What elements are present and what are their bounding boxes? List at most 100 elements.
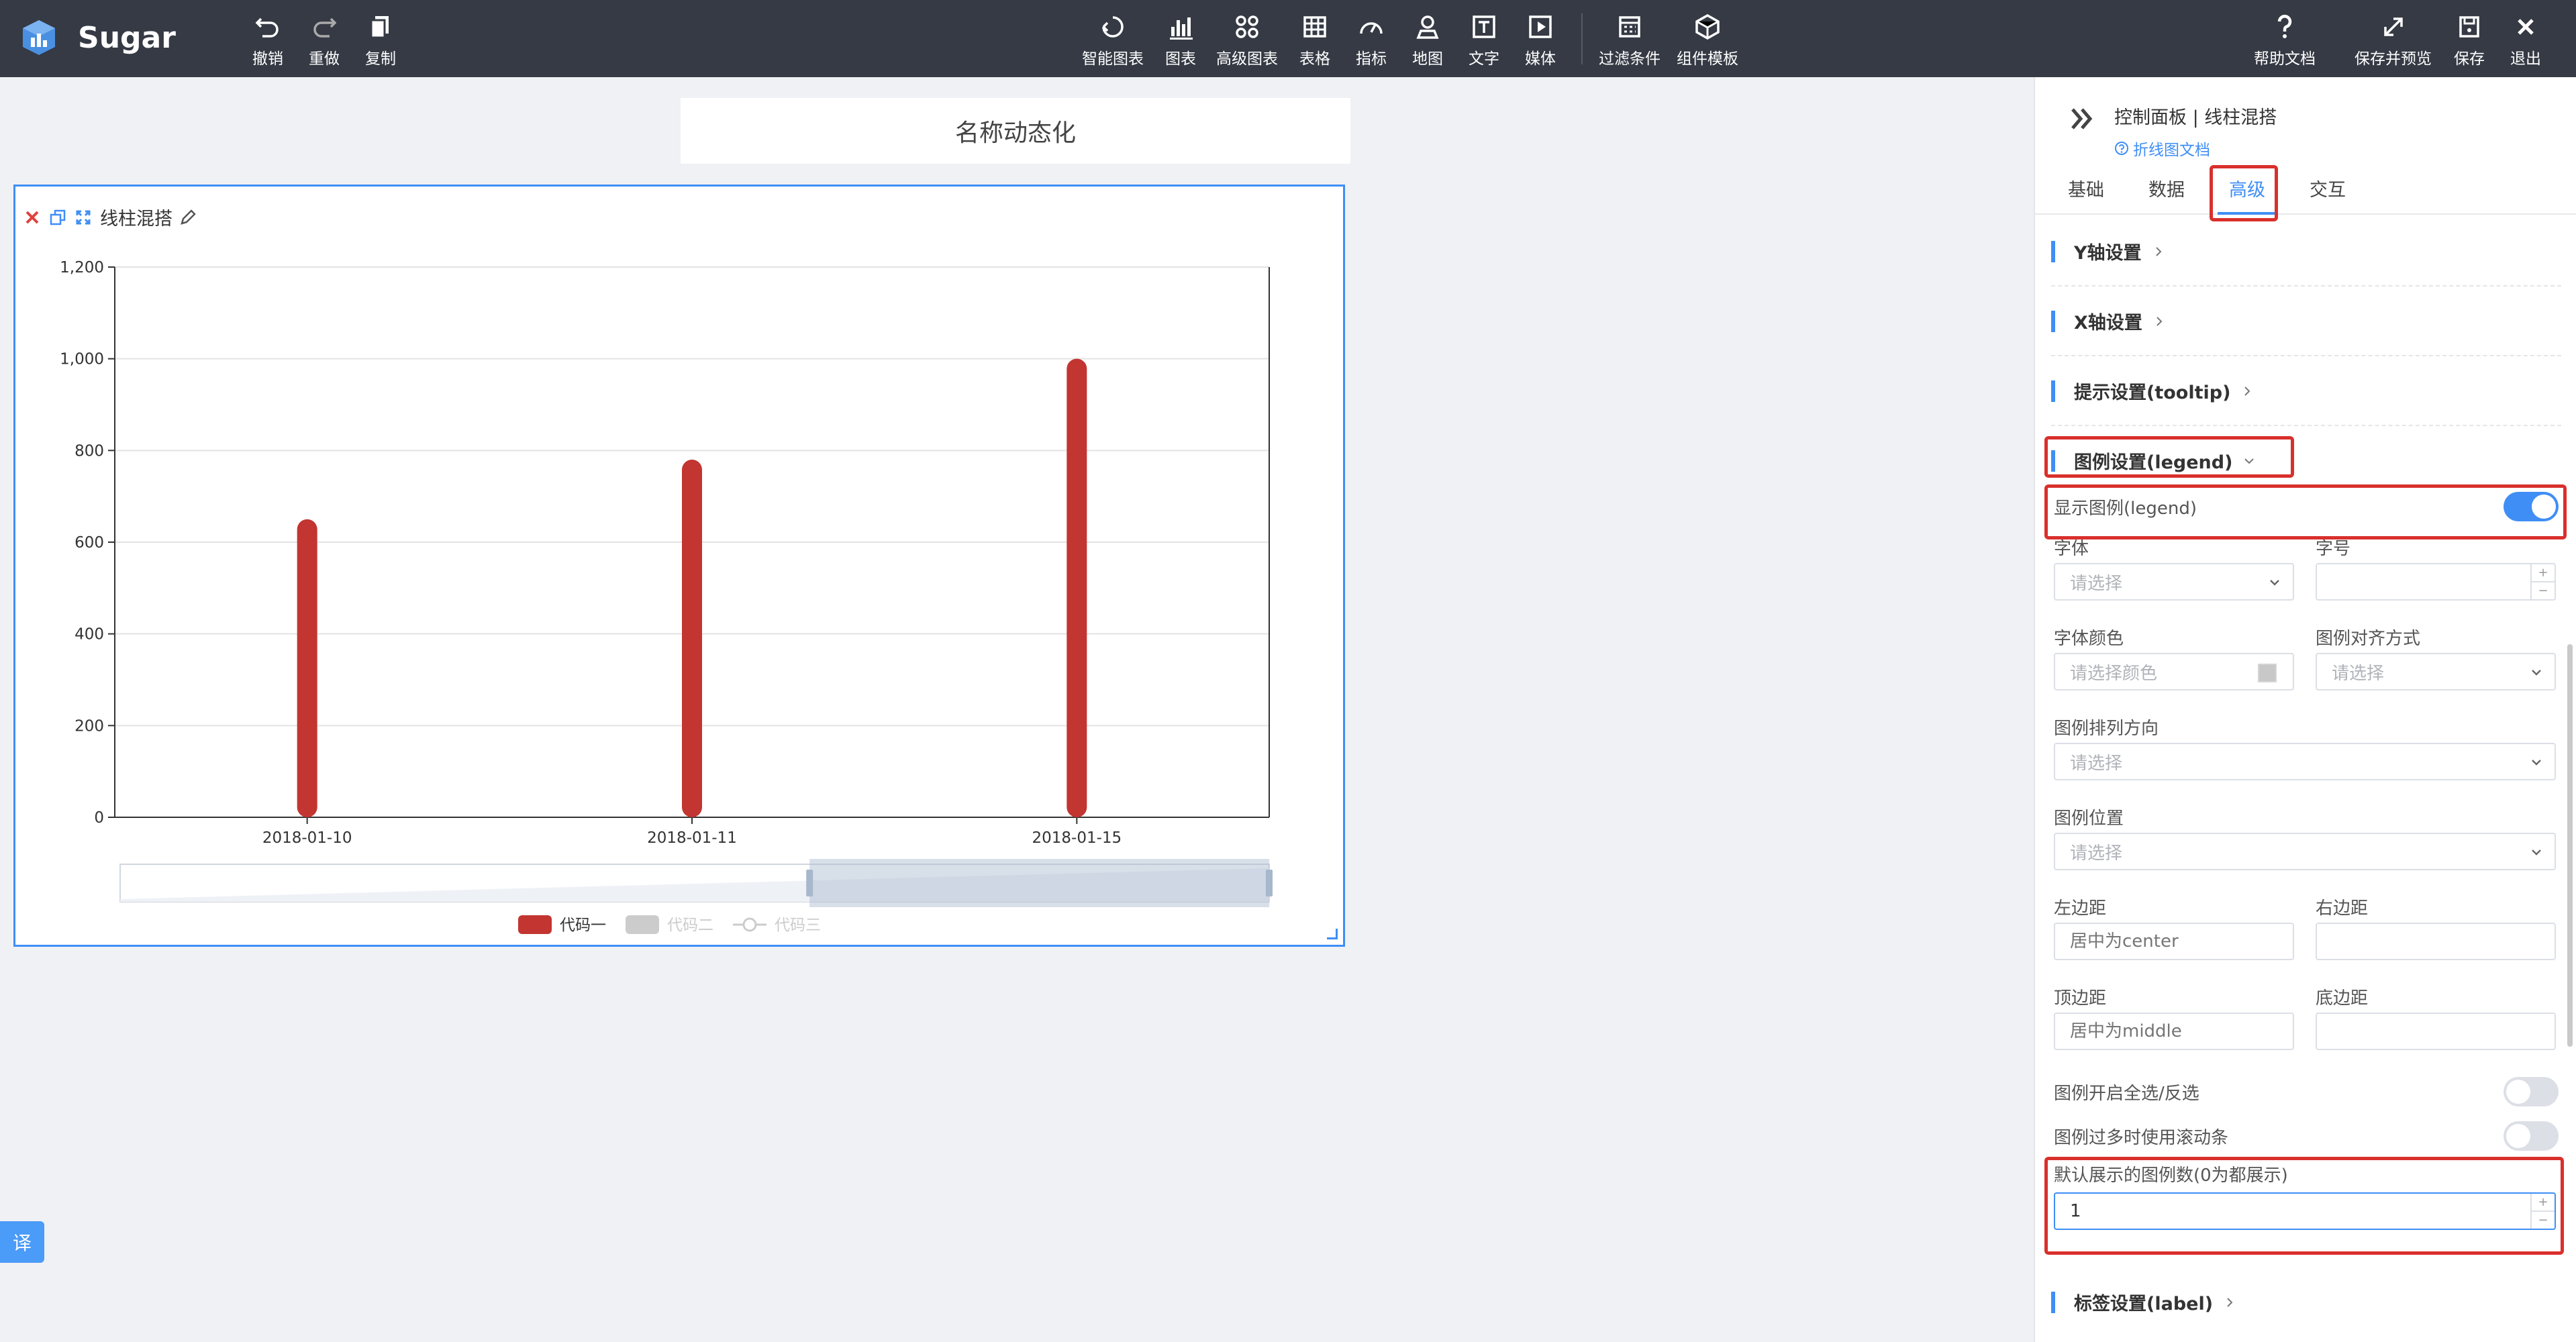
chevron-right-icon [2157,316,2163,326]
dashboard-title-text: 名称动态化 [954,119,1076,147]
y-tick-label: 400 [75,626,104,643]
component-template-button[interactable]: 组件模板 [1677,12,1738,68]
top-margin-label: 顶边距 [2054,988,2107,1009]
delete-widget-button[interactable] [23,209,41,226]
left-margin-input[interactable] [2054,923,2294,960]
bar [1067,358,1087,817]
y-tick-label: 1,200 [60,259,104,276]
table-icon [1303,16,1326,38]
section-title-text: X轴设置 [2074,313,2142,333]
gauge-icon [1360,22,1383,34]
chart-widget[interactable]: 0 200 400 600 800 1,000 1,200 2018-01-10 2018-01… [13,185,1345,947]
rename-widget-button[interactable] [179,209,197,226]
top-margin-input[interactable] [2054,1013,2294,1050]
legend-position-select[interactable]: 请选择 [2054,833,2556,870]
duplicate-widget-button[interactable] [49,209,66,226]
advanced-chart-button[interactable]: 高级图表 [1216,12,1278,68]
translate-button[interactable]: 译 [0,1221,44,1263]
save-button[interactable]: 保存 [2454,12,2485,68]
resize-handle[interactable] [1327,929,1338,939]
font-select[interactable]: 请选择 [2054,563,2294,601]
chevron-right-icon [2155,246,2161,256]
bar [297,519,317,817]
section-marker [2051,380,2055,402]
left-margin-label: 左边距 [2054,898,2107,919]
app-name: Sugar [78,20,176,55]
save-preview-button[interactable]: 保存并预览 [2355,12,2432,68]
panel-breadcrumb: 控制面板 | 线柱混搭 [2114,107,2277,128]
logo: Sugar [19,17,176,58]
table-button[interactable]: 表格 [1299,12,1330,68]
right-margin-input[interactable] [2316,923,2556,960]
chevron-right-icon [2227,1297,2233,1307]
datazoom-handle-end [1266,870,1273,896]
legend-align-value: 请选择 [2332,663,2385,684]
toolbar-divider [1581,13,1583,64]
section-marker [2051,311,2055,332]
widget-name: 线柱混搭 [100,209,172,229]
chart-button[interactable]: 图表 [1165,12,1196,68]
select-all-toggle[interactable] [2504,1077,2559,1106]
panel-scrollbar[interactable] [2567,644,2573,1047]
y-tick-label: 0 [94,809,104,827]
scroll-legend-toggle[interactable] [2504,1121,2559,1151]
widget-header: 线柱混搭 [23,204,205,230]
exit-button[interactable]: 退出 [2510,12,2541,68]
section-y-axis[interactable]: Y轴设置 [2051,219,2561,287]
copy-icon [50,209,66,225]
section-x-axis[interactable]: X轴设置 [2051,289,2561,356]
double-chevron-right-icon[interactable] [2067,104,2097,134]
toggle-knob [2506,1124,2530,1148]
font-color-picker[interactable]: 请选择颜色 [2054,653,2294,690]
section-title: 标签设置(label) [2074,1289,2236,1315]
redo-button[interactable]: 重做 [309,12,340,68]
undo-button[interactable]: 撤销 [252,12,283,68]
doc-link[interactable]: 折线图文档 [2114,137,2277,160]
copy-button[interactable]: 复制 [365,12,396,68]
tab-interaction[interactable]: 交互 [2301,161,2355,215]
copy-icon [370,16,389,39]
close-icon [2518,19,2534,35]
filter-icon [1619,16,1640,38]
font-size-input[interactable]: + − [2316,563,2556,601]
sugar-logo-icon [23,20,55,55]
dashboard-title[interactable]: 名称动态化 [681,98,1350,164]
smart-chart-button[interactable]: 智能图表 [1082,12,1144,68]
section-title: 提示设置(tooltip) [2074,378,2253,404]
font-color-value: 请选择颜色 [2070,663,2158,684]
chevron-down-icon [2532,760,2541,766]
x-tick-label: 2018-01-15 [1032,829,1122,847]
filter-button[interactable]: 过滤条件 [1599,12,1661,68]
legend-label: 代码三 [775,917,821,934]
legend-marker [626,915,659,934]
section-label[interactable]: 标签设置(label) [2051,1270,2561,1337]
map-button[interactable]: 地图 [1412,12,1443,68]
font-select-value: 请选择 [2070,573,2123,594]
panel-tabs: 基础 数据 高级 交互 [2035,161,2576,215]
x-tick-label: 2018-01-10 [262,829,352,847]
font-size-stepper[interactable]: + − [2530,564,2555,599]
media-button[interactable]: 媒体 [1525,12,1556,68]
tab-basic[interactable]: 基础 [2059,161,2113,215]
step-down[interactable]: − [2532,581,2555,599]
section-tooltip[interactable]: 提示设置(tooltip) [2051,359,2561,426]
tab-data[interactable]: 数据 [2140,161,2193,215]
media-icon [1529,15,1552,38]
legend-position-value: 请选择 [2070,843,2123,864]
indicator-button[interactable]: 指标 [1356,12,1387,68]
bottom-margin-input[interactable] [2316,1013,2556,1050]
scroll-legend-label: 图例过多时使用滚动条 [2054,1128,2229,1148]
legend-position-label: 图例位置 [2054,809,2124,829]
legend-align-select[interactable]: 请选择 [2316,653,2556,690]
legend-orient-select[interactable]: 请选择 [2054,743,2556,780]
highlight-legend-section [2044,436,2294,478]
color-swatch[interactable] [2258,664,2277,682]
fullscreen-widget-button[interactable] [75,209,92,226]
section-title: X轴设置 [2074,308,2165,334]
bottom-margin-label: 底边距 [2316,988,2369,1009]
step-up[interactable]: + [2532,564,2555,581]
text-button[interactable]: 文字 [1469,12,1499,68]
highlight-default-count [2044,1157,2564,1255]
chevron-down-icon [2270,580,2279,586]
help-button[interactable]: 帮助文档 [2254,12,2316,68]
